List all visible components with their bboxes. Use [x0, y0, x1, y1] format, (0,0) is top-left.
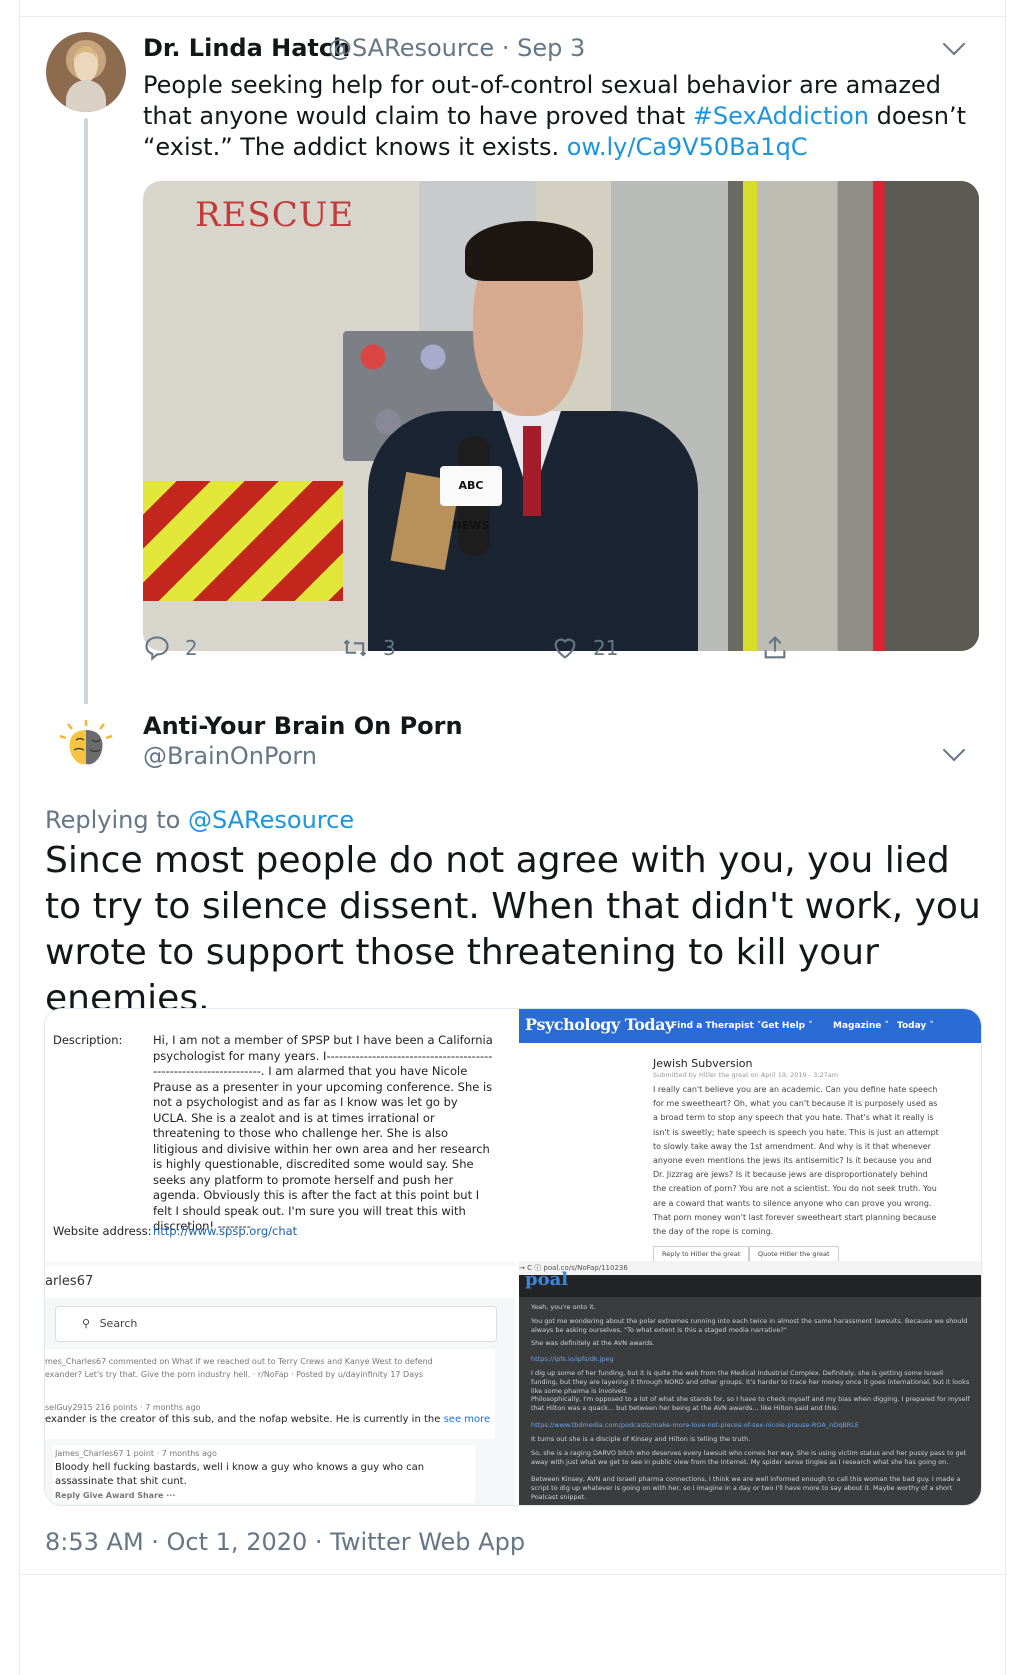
tweet-timestamp[interactable]: 8:53 AM · Oct 1, 2020 · Twitter Web App	[45, 1528, 525, 1556]
brain-logo-icon	[59, 720, 113, 765]
poal-line: You got me wondering about the polar ext…	[531, 1317, 968, 1334]
website-label: Website address:	[53, 1224, 152, 1238]
comment-meta: mes_Charles67 commented on What if we re…	[45, 1357, 433, 1379]
comment-meta: James_Charles67 1 point · 7 months ago	[55, 1449, 217, 1458]
author-handle-date[interactable]: @SAResource · Sep 3	[328, 34, 585, 62]
poal-line: I dig up some of her funding, but it is …	[531, 1369, 970, 1395]
reddit-screenshot: arles67 ⚲ Search mes_Charles67 commented…	[45, 1261, 515, 1505]
truck-chevrons	[143, 481, 343, 601]
pt-reply-button: Reply to Hitler the great	[653, 1246, 750, 1262]
psychology-today-screenshot: Psychology Today Find a Therapist ˅ Get …	[519, 1009, 981, 1262]
pt-comment-meta: Submitted by Hitler the great on April 1…	[653, 1071, 839, 1079]
retweet-count: 3	[383, 636, 396, 660]
poal-line: She was definitely at the AVN awards.	[531, 1339, 655, 1347]
avatar[interactable]	[46, 704, 126, 784]
avatar-head	[74, 46, 98, 82]
browser-url: → C ⓘ poal.co/s/NoFap/110236	[519, 1261, 981, 1275]
poal-line: So, she is a raging DARVO bitch who dese…	[531, 1449, 967, 1466]
avatar[interactable]	[46, 32, 126, 112]
pt-nav-item: Today ˅	[897, 1021, 934, 1031]
retweet-icon	[343, 639, 367, 657]
tweet-actions: 2 3 21	[143, 628, 979, 668]
comment-text-part: exander is the creator of this sub, and …	[45, 1414, 444, 1425]
reply-button[interactable]: 2	[143, 628, 198, 668]
reporter-hair	[465, 221, 593, 281]
pt-quote-button: Quote Hitler the great	[749, 1246, 839, 1262]
share-icon	[764, 636, 786, 659]
replying-to: Replying to @SAResource	[45, 806, 354, 834]
poal-logo: poal	[525, 1269, 569, 1290]
see-more-link: see more	[443, 1414, 491, 1425]
tweet-photo-collage[interactable]: Description: Hi, I am not a member of SP…	[44, 1008, 982, 1506]
poal-line: Yeah, you're onto it.	[531, 1303, 596, 1311]
like-count: 21	[593, 636, 619, 660]
reddit-username: arles67	[45, 1266, 515, 1298]
reply-icon	[145, 636, 169, 661]
search-icon: ⚲	[82, 1317, 91, 1330]
tweet-text: Since most people do not agree with you,…	[45, 840, 981, 1019]
tweet-text: People seeking help for out-of-control s…	[143, 70, 973, 163]
reddit-comment: selGuy2915 216 points · 7 months ago exa…	[45, 1399, 495, 1439]
pt-comment-title: Jewish Subversion	[653, 1057, 753, 1070]
pt-nav-item: Get Help ˅	[761, 1021, 813, 1031]
tweet-date[interactable]: Sep 3	[517, 34, 585, 62]
comment-text: Bloody hell fucking bastards, well i kno…	[55, 1462, 425, 1487]
poal-link: https://www.tbdmedia.com/podcasts/make-m…	[531, 1421, 860, 1429]
share-button[interactable]	[761, 628, 803, 668]
url-link[interactable]: ow.ly/Ca9V50Ba1qC	[567, 133, 808, 161]
description-label: Description:	[53, 1033, 123, 1047]
poal-line: It turns out she is a disciple of Kinsey…	[531, 1435, 751, 1443]
description-text: Hi, I am not a member of SPSP but I have…	[153, 1033, 493, 1233]
hashtag-link[interactable]: #SexAddiction	[693, 102, 869, 130]
poal-link: https://ipfs.io/ipfs/dk.jpeg	[531, 1355, 614, 1363]
poal-line: Between Kinsey, AVN and Israeli pharma c…	[531, 1475, 961, 1501]
reddit-reply: James_Charles67 1 point · 7 months ago B…	[53, 1445, 475, 1503]
reddit-comment-context: mes_Charles67 commented on What if we re…	[45, 1349, 495, 1399]
pt-header: Psychology Today Find a Therapist ˅ Get …	[519, 1009, 981, 1043]
separator-dot: ·	[501, 34, 518, 62]
truck-sign: RESCUE	[195, 195, 355, 235]
avatar-body	[66, 80, 106, 112]
poal-header	[519, 1275, 981, 1297]
author-handle[interactable]: @SAResource	[328, 34, 494, 62]
comment-actions: Reply Give Award Share ···	[55, 1491, 176, 1500]
website-value: http://www.spsp.org/chat	[153, 1224, 298, 1238]
comment-meta: selGuy2915 216 points · 7 months ago	[45, 1403, 201, 1412]
poal-line: Philosophically, I'm opposed to a lot of…	[531, 1395, 970, 1412]
bottom-divider	[19, 1574, 1005, 1575]
replying-to-link[interactable]: @SAResource	[188, 806, 354, 834]
tweet-photo[interactable]: RESCUE ABC NEWS	[143, 181, 979, 651]
search-label: Search	[99, 1317, 138, 1330]
truck-right	[743, 181, 979, 651]
pt-nav-item: Magazine ˅	[833, 1021, 890, 1031]
retweet-button[interactable]: 3	[341, 628, 396, 668]
author-handle[interactable]: @BrainOnPorn	[143, 742, 317, 770]
like-button[interactable]: 21	[551, 628, 618, 668]
pt-nav-item: Find a Therapist ˅	[671, 1021, 762, 1031]
comment-text: exander is the creator of this sub, and …	[45, 1412, 495, 1425]
heart-icon	[554, 638, 576, 659]
mic-flag: ABC NEWS	[440, 466, 502, 532]
reporter-tie	[523, 426, 541, 516]
poal-screenshot: → C ⓘ poal.co/s/NoFap/110236 poal Yeah, …	[519, 1261, 981, 1505]
pt-comment-body: I really can't believe you are an academ…	[653, 1085, 939, 1237]
replying-label: Replying to	[45, 806, 188, 834]
author-name[interactable]: Anti-Your Brain On Porn	[143, 712, 463, 740]
thread-connector	[84, 118, 88, 725]
pt-logo: Psychology Today	[525, 1015, 674, 1034]
author-name[interactable]: Dr. Linda Hatch	[143, 34, 350, 62]
reddit-search: ⚲ Search	[55, 1306, 497, 1342]
form-screenshot: Description: Hi, I am not a member of SP…	[45, 1009, 515, 1259]
reply-count: 2	[185, 636, 198, 660]
